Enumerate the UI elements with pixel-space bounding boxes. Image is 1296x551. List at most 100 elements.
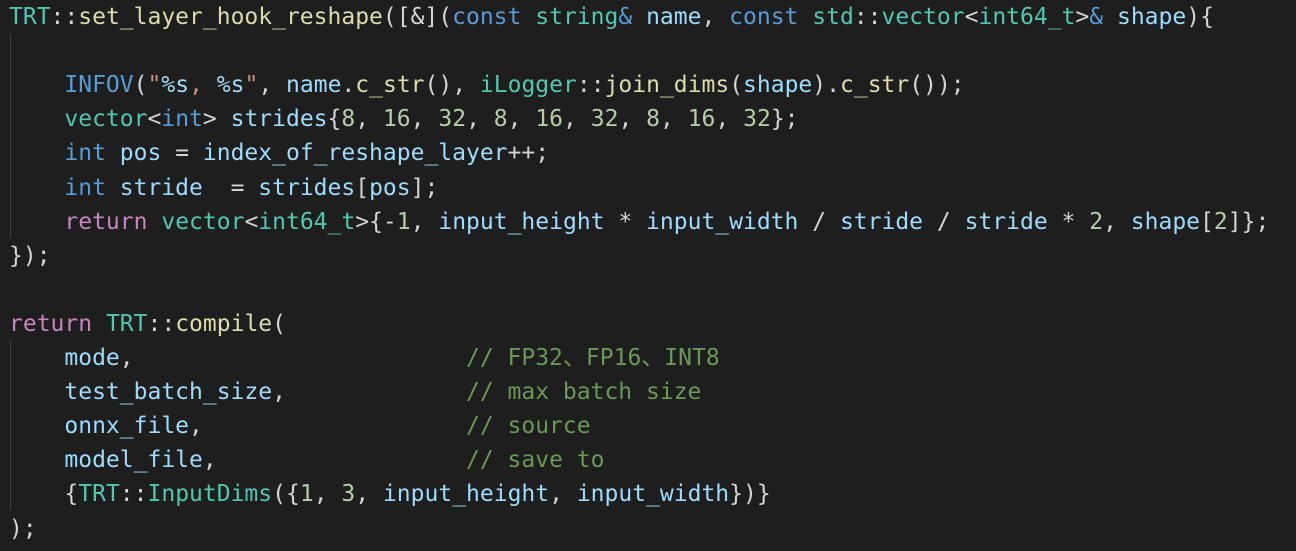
code-token-plain: >{- (355, 208, 397, 235)
code-token-plain: < (964, 4, 979, 30)
code-token-fn: c_str (355, 72, 425, 99)
code-token-plain: . (341, 72, 356, 99)
code-token-var: pos (369, 174, 411, 201)
code-token-plain: , (618, 106, 647, 133)
code-token-var: shape (1116, 4, 1187, 30)
code-token-comment: // save to (465, 447, 605, 474)
code-token-plain: , (202, 447, 466, 474)
code-token-str: , (189, 72, 217, 99)
code-token-type: InputDims (147, 481, 273, 508)
code-token-plain: , (660, 106, 688, 133)
code-token-ctrl: return (64, 208, 148, 235)
code-token-fn: c_str (840, 72, 910, 99)
code-token-str: " (147, 72, 162, 99)
code-token-num: 1 (396, 208, 411, 235)
code-token-plain: ]}; (1227, 208, 1270, 235)
code-token-plain: > (1075, 4, 1090, 30)
code-token-kw: & (1089, 4, 1104, 30)
code-token-plain: , (1103, 208, 1131, 235)
code-line[interactable]: test_batch_size, // max batch size (9, 375, 701, 409)
code-token-comment: // max batch size (465, 379, 702, 406)
code-token-plain: , (507, 106, 536, 133)
code-token-plain: = (202, 174, 259, 201)
code-token-var: name (286, 72, 342, 99)
code-line[interactable]: int stride = strides[pos]; (9, 171, 438, 205)
code-line[interactable]: {TRT::InputDims({1, 3, input_height, inp… (9, 477, 770, 511)
code-token-plain: , (355, 481, 383, 508)
code-token-kw: const (452, 4, 522, 30)
code-token-plain: { (327, 106, 342, 133)
code-token-plain: }; (770, 106, 799, 133)
code-line[interactable]: vector<int> strides{8, 16, 32, 8, 16, 32… (9, 102, 799, 136)
code-token-plain: , (466, 106, 494, 133)
code-token-plain: ()); (909, 72, 965, 99)
code-line[interactable]: return TRT::compile( (9, 307, 286, 341)
code-token-fn: join_dims (604, 72, 730, 99)
code-line[interactable]: }); (9, 239, 51, 273)
code-token-comment: // FP32、FP16、INT8 (465, 345, 720, 371)
code-line[interactable]: INFOV("%s, %s", name.c_str(), iLogger::j… (9, 68, 965, 102)
code-line[interactable]: TRT::set_layer_hook_reshape([&](const st… (9, 0, 1214, 34)
code-line[interactable]: model_file, // save to (9, 443, 604, 477)
code-token-plain: ([&]( (382, 4, 453, 30)
code-line[interactable]: ); (9, 512, 37, 546)
code-token-plain: , (563, 106, 591, 133)
code-token-plain: :: (853, 4, 882, 30)
code-token-num: 8 (493, 106, 508, 133)
code-token-var: name (646, 4, 702, 30)
code-token-type: int64_t (978, 4, 1076, 30)
code-token-var: model_file (64, 447, 203, 474)
code-token-var: input_height (382, 481, 550, 508)
code-token-type: vector (64, 106, 148, 133)
code-token-plain: , (189, 413, 466, 440)
code-editor[interactable]: TRT::set_layer_hook_reshape([&](const st… (0, 0, 1296, 551)
code-token-var: shape (1130, 208, 1201, 235)
code-token-plain: * (604, 208, 647, 235)
code-token-type: TRT (9, 4, 51, 30)
code-token-plain: [ (355, 174, 370, 201)
code-token-plain: , (410, 208, 439, 235)
code-token-var: input_height (438, 208, 605, 235)
code-token-kw: const (729, 4, 799, 30)
code-token-var: mode (64, 345, 120, 371)
code-token-plain: / (798, 208, 840, 235)
code-token-plain: , (258, 72, 287, 99)
code-token-plain: :: (119, 481, 148, 508)
code-token-num: 1 (299, 481, 314, 508)
code-line[interactable]: return vector<int64_t>{-1, input_height … (9, 205, 1269, 239)
code-token-plain: { (64, 481, 79, 508)
code-token-fn: set_layer_hook_reshape (78, 4, 383, 30)
code-token-fn: compile (175, 310, 273, 337)
code-line[interactable]: int pos = index_of_reshape_layer++; (9, 136, 549, 170)
code-token-var: index_of_reshape_layer (202, 140, 508, 167)
code-token-plain: / (923, 208, 965, 235)
code-token-plain: = (161, 140, 203, 167)
code-token-type: string (535, 4, 619, 30)
code-line[interactable]: mode, // FP32、FP16、INT8 (9, 341, 720, 375)
code-token-plain: , (715, 106, 744, 133)
code-token-plain: , (701, 4, 730, 30)
code-token-plain: ). (812, 72, 840, 99)
code-line[interactable]: onnx_file, // source (9, 409, 590, 443)
code-token-num: 8 (341, 106, 356, 133)
code-token-plain: :: (576, 72, 605, 99)
code-token-num: 3 (341, 481, 356, 508)
code-token-plain: , (313, 481, 342, 508)
code-token-var: onnx_file (64, 413, 190, 440)
code-token-kw: & (618, 4, 633, 30)
code-token-num: 32 (590, 106, 619, 133)
code-token-plain: ++; (507, 140, 550, 167)
code-token-num: 8 (646, 106, 660, 133)
code-token-kw: int (64, 174, 106, 201)
code-token-type: vector (881, 4, 965, 30)
